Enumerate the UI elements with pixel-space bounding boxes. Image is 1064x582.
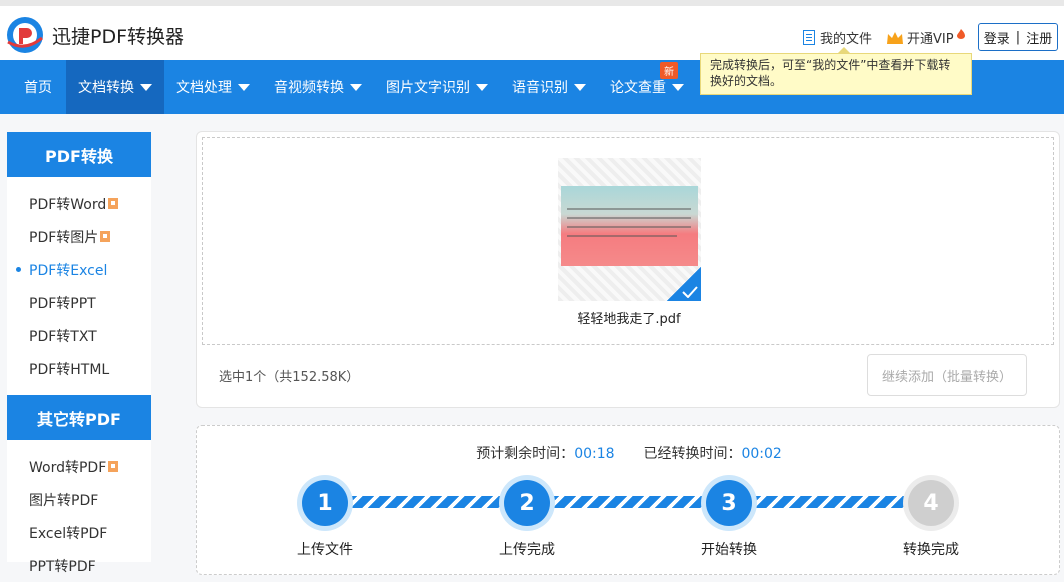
caret-down-icon [140,83,152,91]
sidebar-item-pdf-to-ppt[interactable]: PDF转PPT [7,286,151,319]
sidebar-item-pdf-to-excel[interactable]: PDF转Excel [7,253,151,286]
elapsed-label: 已经转换时间： [643,446,742,462]
hot-badge-icon [108,198,119,209]
caret-down-icon [574,83,586,91]
my-files-label: 我的文件 [820,32,873,47]
step-2: 2 [499,475,555,531]
caret-down-icon [350,83,362,91]
sidebar-item-excel-to-pdf[interactable]: Excel转PDF [7,516,151,549]
step-1: 1 [297,475,353,531]
sidebar-item-word-to-pdf[interactable]: Word转PDF [7,450,151,483]
sidebar: PDF转换 PDF转Word PDF转图片 PDF转Excel PDF转PPT … [7,132,151,575]
register-link[interactable]: 注册 [1026,28,1052,47]
nav-item-plagiarism[interactable]: 论文查重 新 [598,60,696,114]
my-files-tooltip: 完成转换后，可至“我的文件”中查看并下载转换好的文档。 [700,47,972,95]
step-label: 上传文件 [297,542,353,558]
file-thumbnail[interactable] [558,158,701,301]
caret-down-icon [476,83,488,91]
vip-label: 开通VIP [907,32,954,47]
nav-item-home[interactable]: 首页 [0,60,66,114]
elapsed-time: 00:02 [741,446,782,462]
hot-badge-icon [108,461,119,472]
nav-label: 文档转换 [78,80,134,96]
nav-label: 图片文字识别 [386,80,470,96]
top-bar: 迅捷PDF转换器 我的文件 开通VIP 登录 | 注册 [0,0,1064,60]
auth-box: 登录 | 注册 [978,23,1058,51]
new-badge: 新 [660,62,678,79]
file-preview-image [561,186,698,266]
nav-label: 语音识别 [512,80,568,96]
step-label: 上传完成 [499,542,555,558]
sidebar-item-label: PDF转HTML [29,361,110,378]
auth-separator: | [1015,29,1021,45]
sidebar-item-pdf-to-txt[interactable]: PDF转TXT [7,319,151,352]
caret-down-icon [238,83,250,91]
sidebar-item-label: PDF转Excel [29,262,108,279]
sidebar-item-label: Excel转PDF [29,525,108,542]
my-files-link[interactable]: 我的文件 [802,28,872,47]
nav-label: 音视频转换 [274,80,344,96]
flame-icon [956,28,965,39]
step-4: 4 [903,475,959,531]
sidebar-item-pdf-to-html[interactable]: PDF转HTML [7,352,151,385]
crown-icon [887,31,903,44]
step-number: 1 [302,480,348,526]
nav-label: 论文查重 [610,80,666,96]
step-number: 2 [504,480,550,526]
sidebar-item-label: 图片转PDF [29,492,99,509]
nav-label: 首页 [24,80,52,96]
file-name: 轻轻地我走了.pdf [577,312,681,327]
step-3: 3 [701,475,757,531]
selection-summary: 选中1个（共152.58K） [219,370,360,385]
app-title: 迅捷PDF转换器 [52,26,185,48]
progress-panel: 预计剩余时间：00:18 已经转换时间：00:02 1 2 3 4 上传文件 上… [196,425,1060,575]
sidebar-item-label: PDF转PPT [29,295,96,312]
nav-item-ocr[interactable]: 图片文字识别 [374,60,500,114]
sidebar-item-image-to-pdf[interactable]: 图片转PDF [7,483,151,516]
caret-down-icon [672,83,684,91]
sidebar-section-other-to-pdf: 其它转PDF [7,395,151,440]
progress-track [345,496,515,508]
nav-item-document-process[interactable]: 文档处理 [164,60,262,114]
step-label: 开始转换 [701,542,757,558]
progress-track [749,496,919,508]
time-info: 预计剩余时间：00:18 已经转换时间：00:02 [197,443,1061,463]
add-more-button[interactable]: 继续添加（批量转换） [867,354,1027,396]
sidebar-item-label: PDF转TXT [29,328,97,345]
nav-item-speech[interactable]: 语音识别 [500,60,598,114]
selected-check-icon [667,267,701,301]
app-logo-icon [7,17,43,53]
hot-badge-icon [100,231,111,242]
sidebar-item-label: PDF转Word [29,196,107,213]
sidebar-item-label: Word转PDF [29,459,107,476]
vip-link[interactable]: 开通VIP [886,28,965,47]
nav-label: 文档处理 [176,80,232,96]
sidebar-item-label: PDF转图片 [29,229,99,246]
nav-item-audio-video[interactable]: 音视频转换 [262,60,374,114]
nav-item-document-convert[interactable]: 文档转换 [66,60,164,114]
step-label: 转换完成 [903,542,959,558]
sidebar-item-label: PPT转PDF [29,558,96,575]
sidebar-item-ppt-to-pdf[interactable]: PPT转PDF [7,549,151,582]
step-number: 3 [706,480,752,526]
remaining-label: 预计剩余时间： [476,446,575,462]
sidebar-item-pdf-to-word[interactable]: PDF转Word [7,187,151,220]
remaining-time: 00:18 [574,446,615,462]
upload-panel: 轻轻地我走了.pdf 选中1个（共152.58K） 继续添加（批量转换） [196,131,1060,408]
file-dropzone[interactable]: 轻轻地我走了.pdf [202,137,1054,345]
login-link[interactable]: 登录 [984,28,1010,47]
document-icon [803,30,815,45]
sidebar-section-pdf-convert: PDF转换 [7,132,151,177]
progress-track [547,496,717,508]
sidebar-item-pdf-to-image[interactable]: PDF转图片 [7,220,151,253]
step-number: 4 [908,480,954,526]
